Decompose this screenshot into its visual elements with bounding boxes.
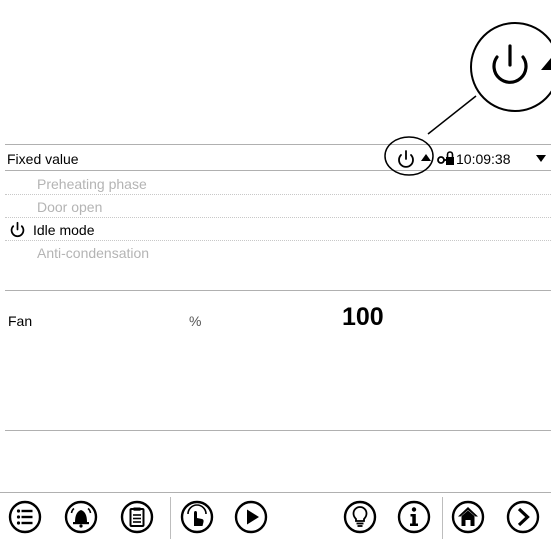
play-icon[interactable] <box>234 500 268 534</box>
program-title: Fixed value <box>7 151 79 167</box>
mode-item-door-open: Door open <box>5 195 551 218</box>
bottom-toolbar <box>0 492 551 543</box>
dropdown-arrow-icon[interactable] <box>536 155 546 163</box>
home-icon[interactable] <box>451 500 485 534</box>
divider <box>5 290 551 291</box>
operating-mode-list: Preheating phase Door open Idle mode Ant… <box>5 172 551 264</box>
mode-item-idle: Idle mode <box>5 218 551 241</box>
clock-time: 10:09:38 <box>456 151 511 167</box>
touch-hand-icon[interactable] <box>180 500 214 534</box>
header-bar: Fixed value 10:09:38 <box>5 136 551 176</box>
divider <box>5 430 551 431</box>
magnified-callout <box>427 22 551 135</box>
list-menu-icon[interactable] <box>8 500 42 534</box>
mode-item-anti-condensation: Anti-condensation <box>5 241 551 264</box>
fan-value[interactable]: 100 <box>342 303 384 332</box>
mode-label: Door open <box>37 199 103 215</box>
clipboard-icon[interactable] <box>120 500 154 534</box>
fan-label: Fan <box>8 313 33 329</box>
alarm-bell-icon[interactable] <box>64 500 98 534</box>
mode-item-preheating: Preheating phase <box>5 172 551 195</box>
mode-label: Idle mode <box>33 222 95 238</box>
mode-label: Anti-condensation <box>37 245 150 261</box>
toolbar-separator <box>170 497 171 539</box>
fan-unit: % <box>189 313 202 329</box>
power-icon <box>10 221 25 238</box>
next-arrow-icon[interactable] <box>506 500 540 534</box>
lightbulb-icon[interactable] <box>343 500 377 534</box>
lock-key-icon[interactable] <box>437 150 455 166</box>
toolbar-separator <box>442 497 443 539</box>
mode-label: Preheating phase <box>37 176 147 192</box>
info-icon[interactable] <box>397 500 431 534</box>
